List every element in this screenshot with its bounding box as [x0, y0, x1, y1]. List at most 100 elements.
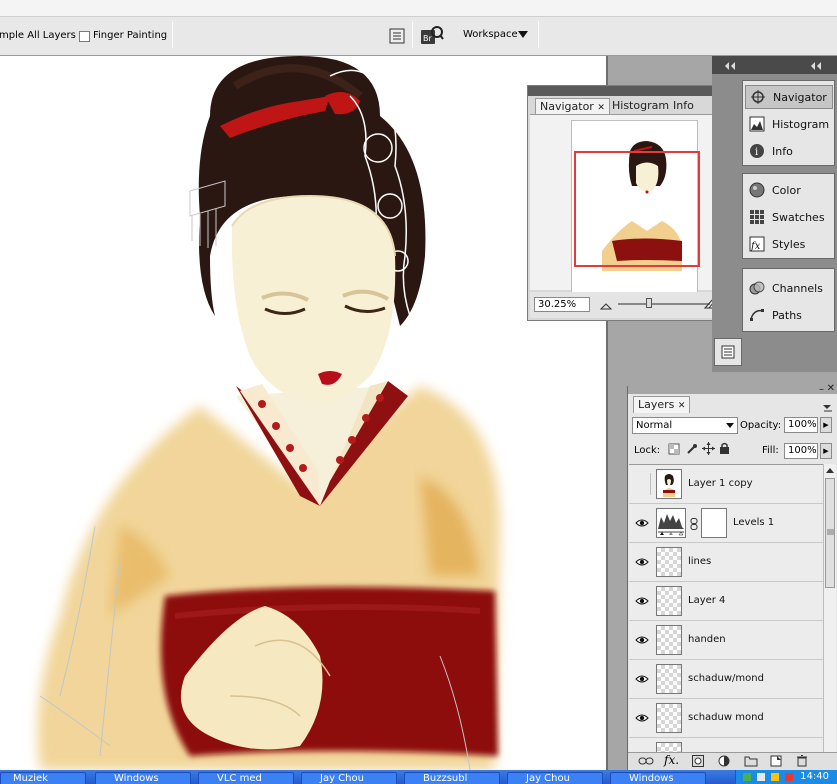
visibility-toggle[interactable] [631, 473, 651, 495]
dock-item-label: Info [772, 144, 793, 158]
layers-toggle-button[interactable] [714, 338, 742, 366]
navigator-preview-area [530, 114, 737, 298]
finger-painting-label[interactable]: Finger Painting [93, 30, 167, 41]
taskbar-item[interactable]: Muziek [0, 772, 86, 784]
panel-title-bar[interactable] [528, 86, 739, 96]
tab-navigator[interactable]: Navigator ✕ [535, 98, 610, 114]
eye-icon[interactable] [633, 592, 651, 610]
tab-histogram[interactable]: Histogram [608, 98, 673, 114]
zoom-slider-track[interactable] [618, 303, 710, 305]
lock-all-icon[interactable] [719, 442, 730, 457]
dock-item-paths[interactable]: Paths [745, 303, 833, 327]
eye-icon[interactable] [633, 553, 651, 571]
layers-title-bar[interactable]: – ✕ [628, 383, 837, 395]
fx-icon[interactable]: fx. [664, 753, 679, 767]
document-canvas[interactable] [0, 56, 606, 770]
close-icon[interactable]: ✕ [597, 103, 605, 113]
opacity-input[interactable]: 100% [784, 417, 818, 433]
taskbar-item[interactable]: Windows [610, 772, 706, 784]
layers-scrollbar[interactable] [823, 464, 836, 754]
panel-menu-icon[interactable] [823, 403, 833, 416]
dock-expand-icon[interactable] [810, 60, 822, 73]
dock-group-color: Color Swatches fx Styles [742, 173, 835, 259]
taskbar: Muziek Windows VLC med Jay Chou Buzzsubl… [0, 770, 837, 784]
dock-item-label: Paths [772, 308, 802, 322]
fill-input[interactable]: 100% [784, 443, 818, 459]
tab-layers[interactable]: Layers ✕ [633, 396, 691, 413]
taskbar-item[interactable]: Windows [95, 772, 191, 784]
tray-icon[interactable] [784, 772, 794, 784]
finger-painting-checkbox[interactable] [79, 31, 90, 42]
navigator-panel: Navigator ✕ Histogram Info 30.25% [527, 85, 740, 321]
dock-item-info[interactable]: i Info [745, 139, 833, 163]
svg-text:fx: fx [750, 241, 761, 252]
layer-row[interactable]: Levels 1 [629, 504, 823, 543]
dock-item-swatches[interactable]: Swatches [745, 205, 833, 229]
taskbar-item[interactable]: Jay Chou [301, 772, 397, 784]
layer-name: lines [688, 556, 712, 567]
layer-row[interactable]: schaduw mond [629, 699, 823, 738]
eye-icon[interactable] [633, 631, 651, 649]
taskbar-item[interactable]: Jay Chou [507, 772, 603, 784]
eye-icon[interactable] [633, 709, 651, 727]
link-layers-icon[interactable] [638, 756, 654, 769]
taskbar-item-label: Buzzsubl [423, 773, 468, 784]
opacity-slider-button[interactable]: ▶ [820, 417, 832, 433]
levels-adjustment-icon [656, 508, 686, 538]
view-box[interactable] [574, 151, 700, 267]
tab-info[interactable]: Info [669, 98, 698, 114]
channels-icon [748, 279, 766, 297]
scrollbar-thumb[interactable] [825, 478, 835, 588]
panel-dock: Navigator Histogram i Info Color Swatche… [712, 56, 837, 372]
lock-pixels-icon[interactable] [686, 443, 698, 458]
bridge-icon[interactable]: Br [420, 25, 444, 47]
layers-panel: – ✕ Layers ✕ Normal Opacity: 100% ▶ Lock… [627, 383, 837, 770]
layer-row[interactable]: handen [629, 621, 823, 660]
layer-mask-thumbnail[interactable] [701, 508, 727, 538]
layers-footer: fx. [628, 752, 837, 770]
taskbar-item[interactable]: Buzzsubl [404, 772, 500, 784]
new-group-icon[interactable] [744, 755, 758, 770]
layer-row[interactable]: Layer 1 copy [629, 465, 823, 504]
eye-icon[interactable] [633, 670, 651, 688]
sample-all-layers-label[interactable]: mple All Layers [0, 30, 76, 41]
eye-icon[interactable] [633, 514, 651, 532]
zoom-out-icon[interactable] [599, 300, 613, 313]
taskbar-item[interactable]: VLC med [198, 772, 294, 784]
layer-row[interactable]: lines [629, 543, 823, 582]
tray-icon[interactable] [742, 772, 752, 784]
dock-item-styles[interactable]: fx Styles [745, 232, 833, 256]
workspace-dropdown-icon[interactable] [518, 30, 528, 40]
grip-icon [827, 529, 834, 535]
dock-item-color[interactable]: Color [745, 178, 833, 202]
taskbar-item-label: Windows [114, 773, 159, 784]
add-mask-icon[interactable] [692, 755, 704, 770]
link-icon[interactable] [690, 518, 698, 533]
lock-transparency-icon[interactable] [668, 443, 680, 458]
dock-collapse-icon[interactable] [724, 60, 736, 73]
palette-well-icon[interactable] [388, 27, 406, 45]
layer-row[interactable]: schaduw/mond [629, 660, 823, 699]
tray-icon[interactable] [770, 772, 780, 784]
clock[interactable]: 14:40 [800, 771, 829, 782]
new-layer-icon[interactable] [770, 755, 782, 770]
layer-row[interactable]: Layer 4 [629, 582, 823, 621]
zoom-input[interactable]: 30.25% [534, 297, 590, 312]
taskbar-item-label: Muziek [13, 773, 48, 784]
lock-position-icon[interactable] [702, 442, 715, 458]
workspace-menu[interactable]: Workspace [463, 29, 518, 40]
tab-layers-label: Layers [638, 398, 675, 411]
dock-item-channels[interactable]: Channels [745, 276, 833, 300]
close-icon[interactable]: ✕ [827, 383, 835, 394]
tray-icon[interactable] [756, 772, 766, 784]
zoom-slider-handle[interactable] [646, 298, 652, 308]
blend-mode-select[interactable]: Normal [632, 417, 738, 434]
navigator-icon [749, 88, 767, 106]
trash-icon[interactable] [796, 755, 808, 770]
dock-item-histogram[interactable]: Histogram [745, 112, 833, 136]
fill-slider-button[interactable]: ▶ [820, 443, 832, 459]
close-icon[interactable]: ✕ [678, 401, 686, 411]
dock-item-navigator[interactable]: Navigator [745, 85, 833, 109]
minimize-icon[interactable]: – [819, 384, 824, 395]
adjustment-layer-icon[interactable] [718, 755, 730, 770]
